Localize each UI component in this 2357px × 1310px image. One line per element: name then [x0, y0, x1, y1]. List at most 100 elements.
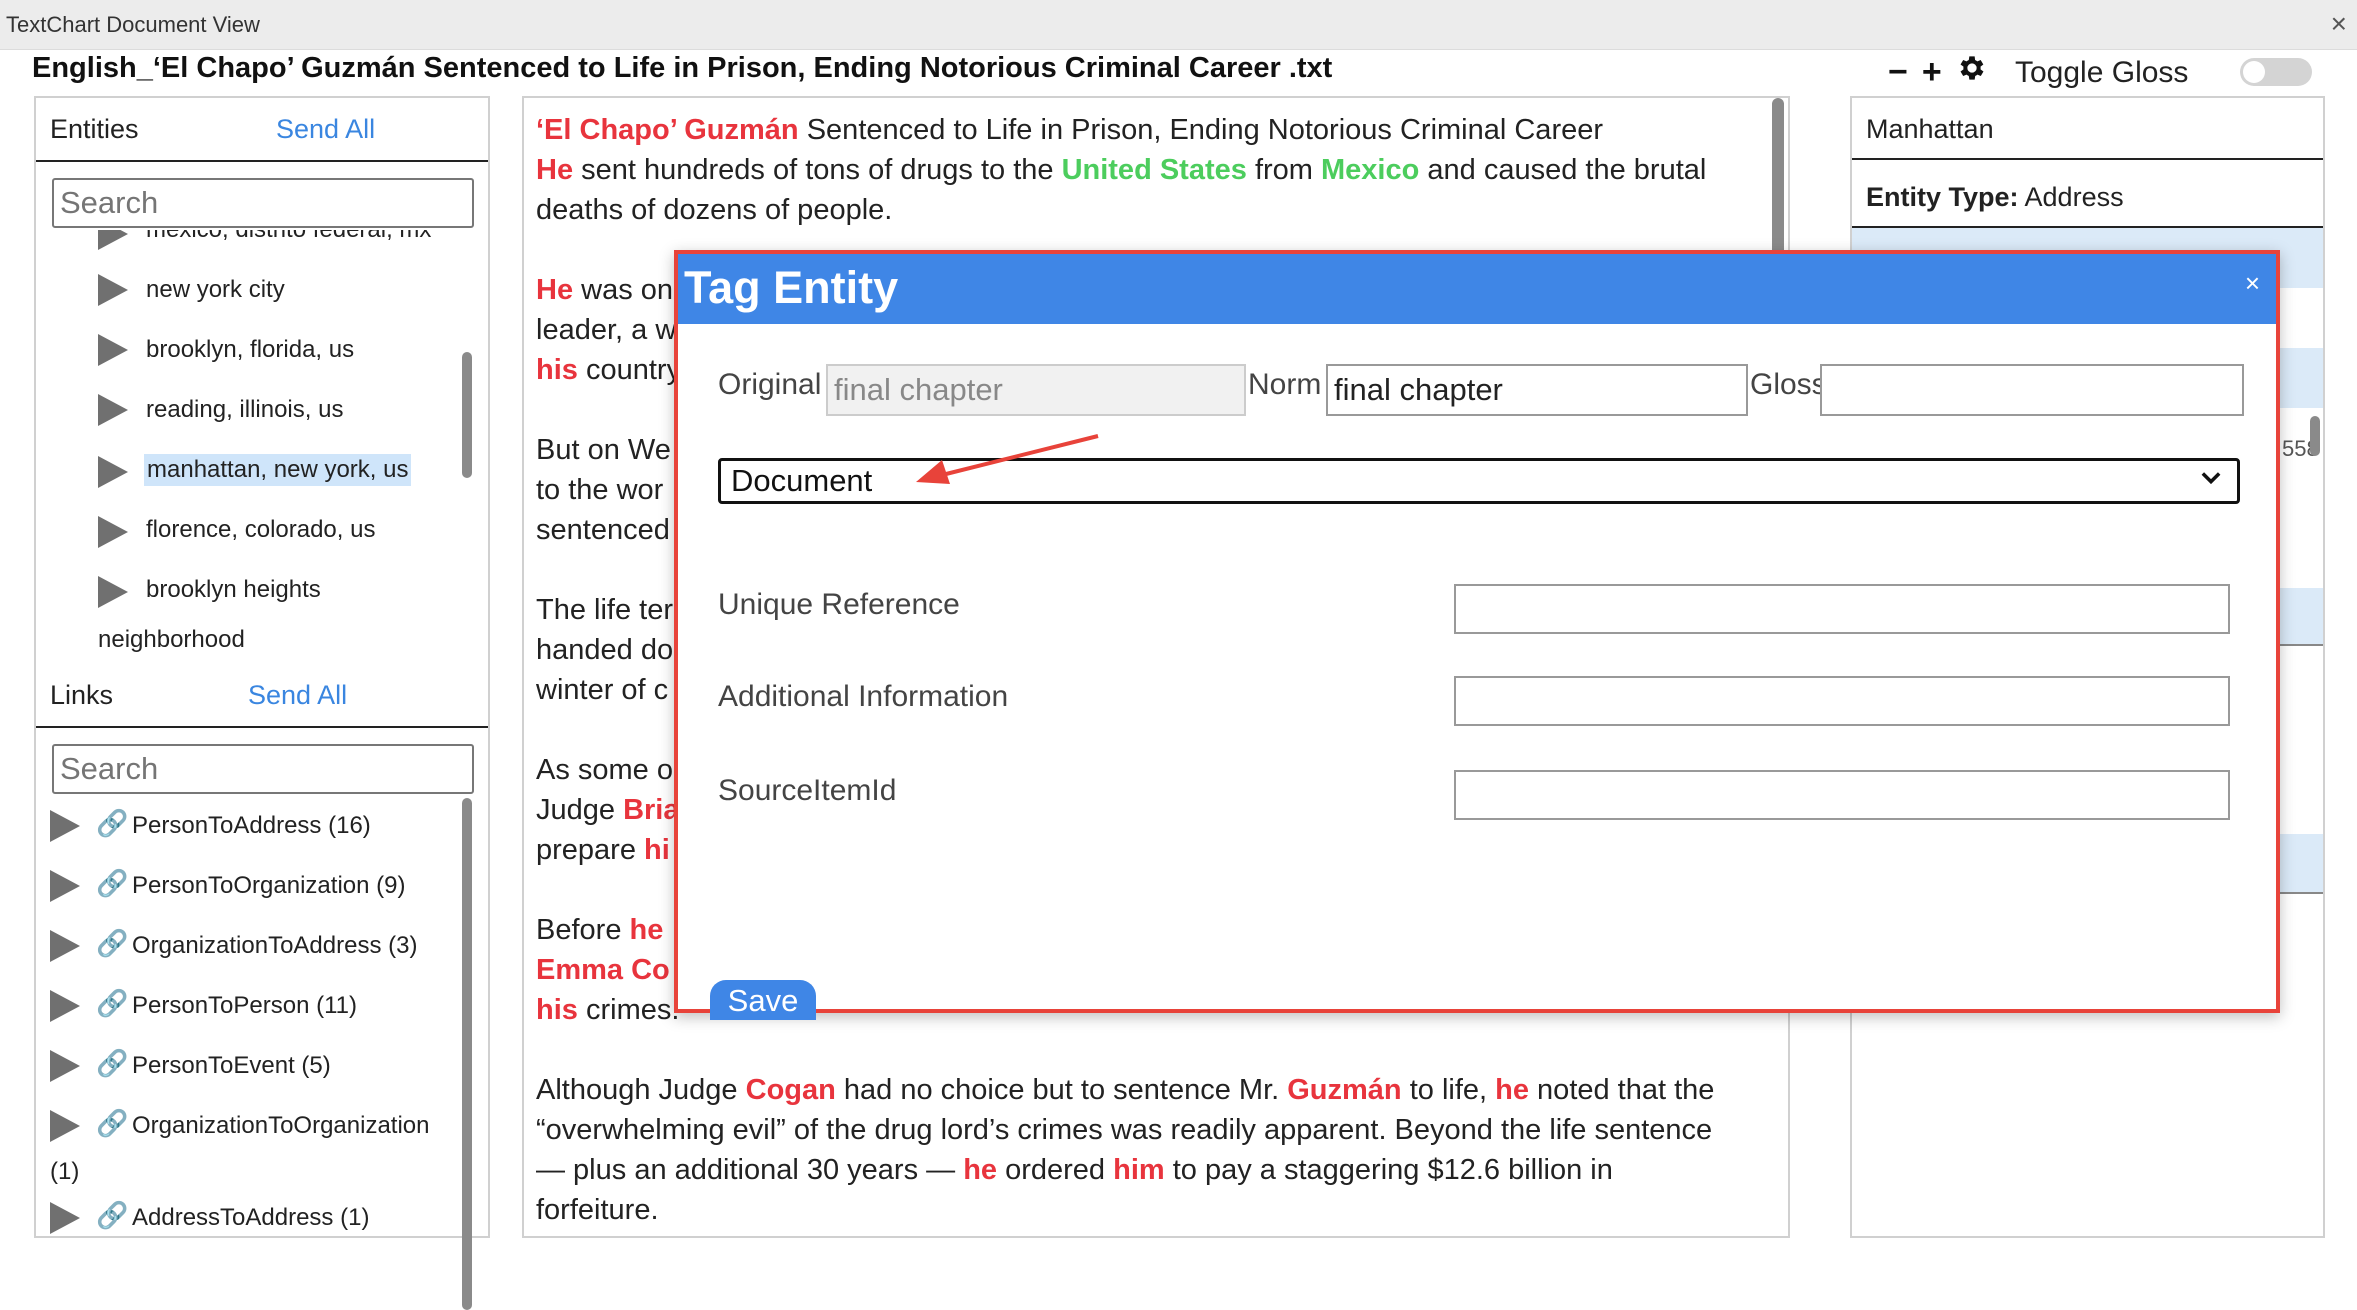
expand-triangle-icon[interactable] — [98, 274, 128, 306]
zoom-in-button[interactable]: + — [1922, 53, 1942, 92]
entity-span[interactable]: He — [536, 274, 573, 306]
chevron-down-icon — [2197, 463, 2225, 498]
divider — [36, 726, 488, 728]
link-icon: 🔗 — [96, 988, 129, 1018]
expand-triangle-icon[interactable] — [98, 394, 128, 426]
entity-span[interactable]: him — [1113, 1154, 1165, 1186]
document-scrollbar[interactable] — [1772, 98, 1784, 258]
gear-icon[interactable] — [1956, 52, 1988, 93]
link-item[interactable]: PersonToAddress (16) — [132, 812, 371, 840]
expand-triangle-icon[interactable] — [98, 456, 128, 488]
link-item[interactable]: AddressToAddress (1) — [132, 1204, 369, 1232]
link-item[interactable]: PersonToEvent (5) — [132, 1052, 331, 1080]
entity-span[interactable]: his — [536, 994, 578, 1026]
close-icon[interactable]: × — [2245, 268, 2260, 299]
entity-span[interactable]: his — [536, 354, 578, 386]
left-panel: Entities Send All mexico, distrito feder… — [34, 96, 490, 1310]
entity-span[interactable]: Bria — [623, 794, 679, 826]
link-icon: 🔗 — [96, 1108, 129, 1138]
entity-span[interactable]: Emma Co — [536, 954, 670, 986]
entities-header: Entities — [50, 114, 139, 144]
divider — [36, 160, 488, 162]
annotation-arrow-icon — [916, 434, 1099, 484]
unique-reference-label: Unique Reference — [718, 588, 960, 621]
expand-triangle-icon[interactable] — [98, 334, 128, 366]
link-icon: 🔗 — [96, 808, 129, 838]
expand-triangle-icon[interactable] — [50, 1050, 80, 1082]
toggle-gloss-label: Toggle Gloss — [2015, 56, 2189, 89]
source-item-id-field[interactable] — [1454, 770, 2230, 820]
entities-scrollbar[interactable] — [462, 352, 472, 478]
window-title: TextChart Document View — [6, 12, 260, 37]
location-span[interactable]: Mexico — [1321, 154, 1419, 186]
doc-paragraph: Although Judge Cogan had no choice but t… — [536, 1074, 1715, 1226]
entity-span[interactable]: he — [1495, 1074, 1529, 1106]
zoom-out-button[interactable]: − — [1888, 53, 1908, 92]
original-label: Original — [718, 368, 822, 401]
tree-item[interactable]: mexico, distrito federal, mx — [146, 230, 431, 244]
expand-triangle-icon[interactable] — [50, 1202, 80, 1234]
link-item[interactable]: OrganizationToOrganization — [132, 1112, 430, 1140]
gloss-field[interactable] — [1820, 364, 2244, 416]
link-icon: 🔗 — [96, 868, 129, 898]
expand-triangle-icon[interactable] — [50, 930, 80, 962]
entity-name: Manhattan — [1866, 114, 1994, 144]
expand-triangle-icon[interactable] — [98, 576, 128, 608]
divider — [1852, 158, 2323, 160]
window-titlebar: TextChart Document View × — [0, 0, 2357, 50]
entities-send-all-link[interactable]: Send All — [276, 114, 375, 145]
doc-paragraph: He sent hundreds of tons of drugs to the… — [536, 154, 1707, 226]
link-item[interactable]: PersonToOrganization (9) — [132, 872, 405, 900]
unique-reference-field[interactable] — [1454, 584, 2230, 634]
document-title: English_‘El Chapo’ Guzmán Sentenced to L… — [32, 52, 1333, 84]
source-item-id-label: SourceItemId — [718, 774, 897, 807]
expand-triangle-icon[interactable] — [98, 230, 128, 250]
entity-type-selected: Document — [731, 463, 873, 498]
toggle-gloss-switch[interactable] — [2240, 58, 2312, 86]
entity-span[interactable]: hi — [644, 834, 670, 866]
tree-item-selected[interactable]: manhattan, new york, us — [144, 454, 412, 486]
save-button[interactable]: Save — [710, 980, 816, 1020]
tree-clip: mexico, distrito federal, mx — [36, 230, 488, 256]
entity-type-row: Entity Type: Address — [1866, 182, 2124, 212]
expand-triangle-icon[interactable] — [50, 810, 80, 842]
details-scrollbar[interactable] — [2310, 416, 2320, 456]
expand-triangle-icon[interactable] — [50, 1110, 80, 1142]
links-scrollbar[interactable] — [462, 798, 472, 1310]
zoom-tools: − + — [1888, 52, 1988, 93]
links-search-input[interactable] — [52, 744, 474, 794]
tree-item[interactable]: brooklyn, florida, us — [146, 336, 354, 364]
tree-item[interactable]: florence, colorado, us — [146, 516, 375, 544]
tree-item-continued: neighborhood — [98, 626, 245, 653]
expand-triangle-icon[interactable] — [50, 870, 80, 902]
entity-span[interactable]: Cogan — [746, 1074, 836, 1106]
gloss-label: Gloss — [1750, 368, 1827, 401]
link-item[interactable]: OrganizationToAddress (3) — [132, 932, 417, 960]
dialog-title: Tag Entity — [684, 262, 899, 313]
link-item-continued: (1) — [50, 1158, 80, 1185]
dialog-header: Tag Entity × — [678, 254, 2276, 324]
location-span[interactable]: United States — [1062, 154, 1247, 186]
link-icon: 🔗 — [96, 1048, 129, 1078]
entity-span[interactable]: Guzmán — [1287, 1074, 1401, 1106]
doc-paragraph: ‘El Chapo’ Guzmán Sentenced to Life in P… — [536, 114, 1604, 146]
norm-field[interactable] — [1326, 364, 1748, 416]
toggle-knob — [2243, 61, 2265, 83]
link-item[interactable]: PersonToPerson (11) — [132, 992, 357, 1020]
link-icon: 🔗 — [96, 1200, 129, 1230]
window-close-icon[interactable]: × — [2331, 8, 2347, 40]
additional-information-field[interactable] — [1454, 676, 2230, 726]
original-field — [826, 364, 1246, 416]
tree-item[interactable]: brooklyn heights — [146, 576, 321, 604]
norm-label: Norm — [1248, 368, 1322, 401]
entity-span[interactable]: ‘El Chapo’ Guzmán — [536, 114, 799, 146]
entity-span[interactable]: he — [630, 914, 664, 946]
entity-span[interactable]: He — [536, 154, 573, 186]
expand-triangle-icon[interactable] — [50, 990, 80, 1022]
entity-span[interactable]: he — [963, 1154, 997, 1186]
expand-triangle-icon[interactable] — [98, 516, 128, 548]
entities-search-input[interactable] — [52, 178, 474, 228]
links-send-all-link[interactable]: Send All — [248, 680, 347, 711]
tree-item[interactable]: new york city — [146, 276, 285, 304]
tree-item[interactable]: reading, illinois, us — [146, 396, 343, 424]
